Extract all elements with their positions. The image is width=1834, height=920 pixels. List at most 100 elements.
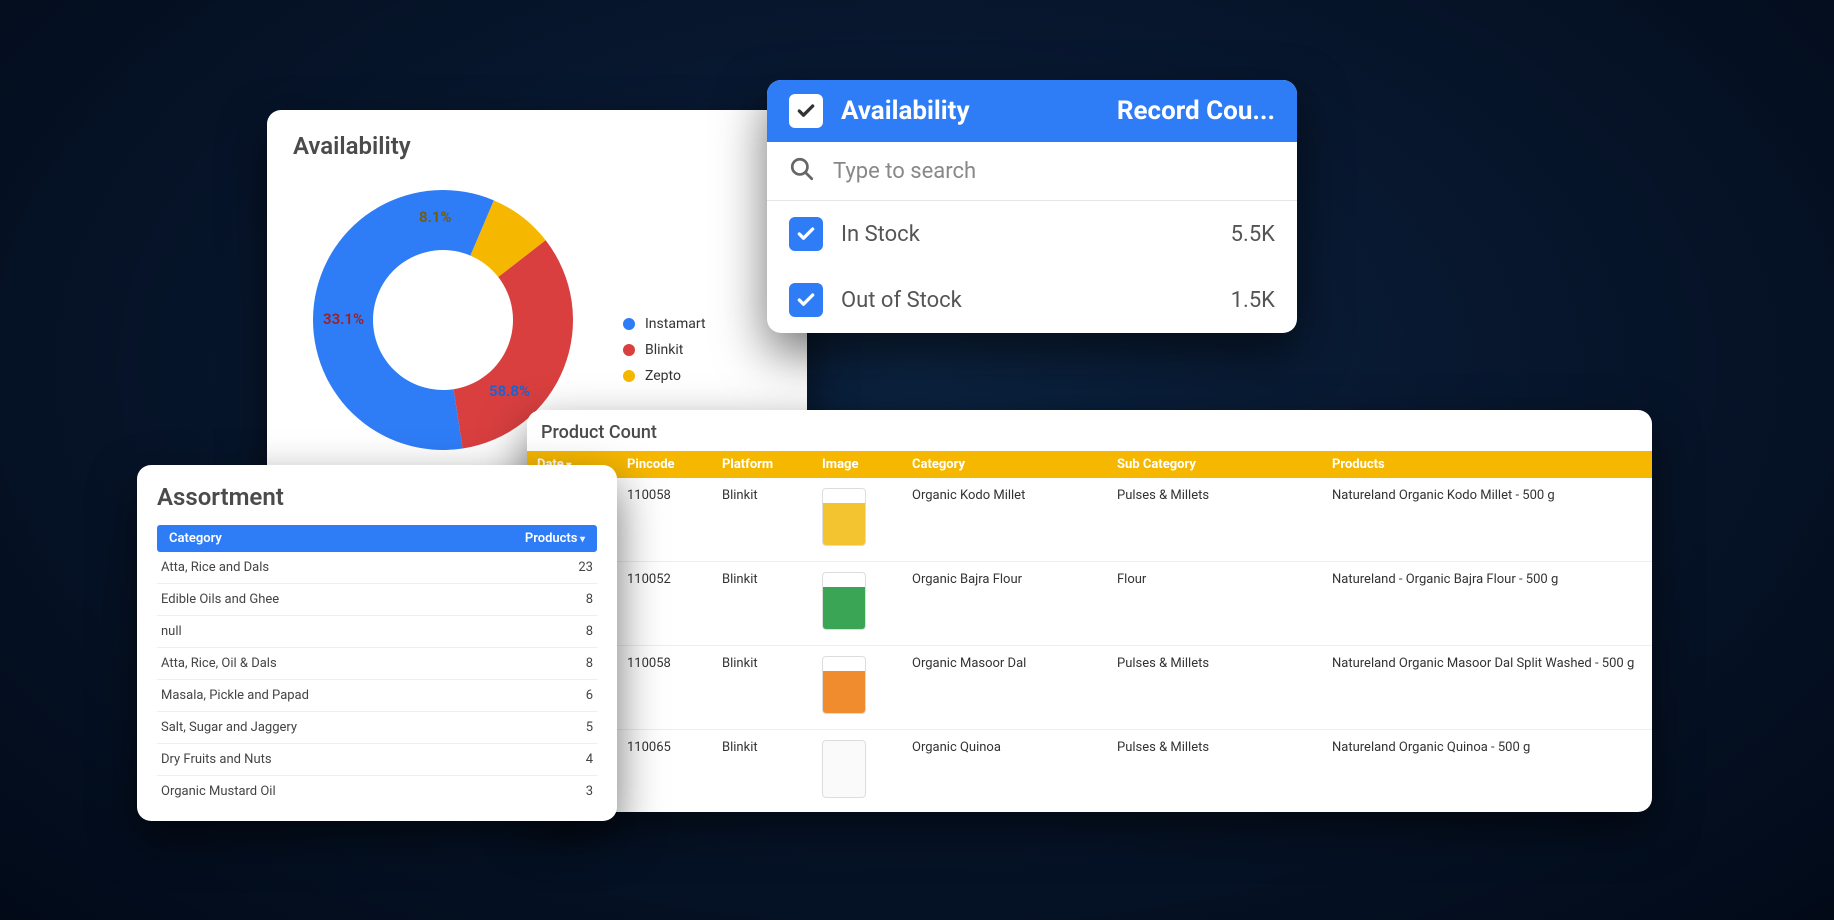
filter-option-label: In Stock xyxy=(841,222,920,247)
assortment-product-count: 23 xyxy=(578,560,593,575)
cell-platform: Blinkit xyxy=(722,656,822,671)
filter-option-row[interactable]: In Stock 5.5K xyxy=(767,201,1297,267)
col-subcategory[interactable]: Sub Category xyxy=(1117,457,1332,472)
check-icon xyxy=(796,290,816,310)
legend-dot-icon xyxy=(623,370,635,382)
cell-platform: Blinkit xyxy=(722,740,822,755)
assortment-category: Atta, Rice, Oil & Dals xyxy=(161,656,277,671)
product-thumbnail-icon xyxy=(822,740,866,798)
cell-product-name: Natureland Organic Kodo Millet - 500 g xyxy=(1332,488,1642,503)
col-category[interactable]: Category xyxy=(912,457,1117,472)
product-thumbnail-icon xyxy=(822,488,866,546)
cell-product-name: Natureland Organic Quinoa - 500 g xyxy=(1332,740,1642,755)
legend-label: Zepto xyxy=(645,368,681,384)
assortment-product-count: 3 xyxy=(586,784,593,799)
legend-item[interactable]: Instamart xyxy=(623,316,706,332)
assortment-row[interactable]: Salt, Sugar and Jaggery 5 xyxy=(157,712,597,744)
assortment-product-count: 5 xyxy=(586,720,593,735)
legend-dot-icon xyxy=(623,344,635,356)
filter-option-row[interactable]: Out of Stock 1.5K xyxy=(767,267,1297,333)
cell-pincode: 110065 xyxy=(627,740,722,755)
assortment-product-count: 6 xyxy=(586,688,593,703)
filter-col-availability[interactable]: Availability xyxy=(841,96,970,126)
product-count-card: Product Count Date Pincode Platform Imag… xyxy=(527,410,1652,812)
assortment-row[interactable]: Masala, Pickle and Papad 6 xyxy=(157,680,597,712)
col-products[interactable]: Products xyxy=(1332,457,1642,472)
cell-category: Organic Kodo Millet xyxy=(912,488,1117,503)
availability-legend: Instamart Blinkit Zepto xyxy=(623,316,706,384)
filter-col-record-count[interactable]: Record Cou... xyxy=(1117,96,1275,126)
availability-filter-card: Availability Record Cou... In Stock 5.5K… xyxy=(767,80,1297,333)
cell-category: Organic Bajra Flour xyxy=(912,572,1117,587)
cell-image xyxy=(822,656,912,714)
col-platform[interactable]: Platform xyxy=(722,457,822,472)
legend-item[interactable]: Blinkit xyxy=(623,342,706,358)
cell-product-name: Natureland - Organic Bajra Flour - 500 g xyxy=(1332,572,1642,587)
search-icon xyxy=(789,156,815,186)
cell-subcategory: Pulses & Millets xyxy=(1117,656,1332,671)
slice-label-zepto: 8.1% xyxy=(419,208,451,226)
assortment-row[interactable]: Edible Oils and Ghee 8 xyxy=(157,584,597,616)
col-pincode[interactable]: Pincode xyxy=(627,457,722,472)
assort-col-products[interactable]: Products xyxy=(525,531,585,546)
product-row[interactable]: 110058 Blinkit Organic Kodo Millet Pulse… xyxy=(527,478,1652,562)
cell-platform: Blinkit xyxy=(722,488,822,503)
col-image[interactable]: Image xyxy=(822,457,912,472)
cell-pincode: 110058 xyxy=(627,488,722,503)
assortment-title: Assortment xyxy=(157,483,597,511)
select-all-checkbox[interactable] xyxy=(789,94,823,128)
cell-platform: Blinkit xyxy=(722,572,822,587)
filter-option-count: 5.5K xyxy=(1231,222,1275,247)
product-row[interactable]: 110058 Blinkit Organic Masoor Dal Pulses… xyxy=(527,646,1652,730)
assortment-row[interactable]: Organic Mustard Oil 3 xyxy=(157,776,597,807)
legend-label: Instamart xyxy=(645,316,706,332)
assortment-row[interactable]: Atta, Rice and Dals 23 xyxy=(157,552,597,584)
assortment-row[interactable]: Atta, Rice, Oil & Dals 8 xyxy=(157,648,597,680)
cell-subcategory: Pulses & Millets xyxy=(1117,740,1332,755)
cell-subcategory: Pulses & Millets xyxy=(1117,488,1332,503)
check-icon xyxy=(796,224,816,244)
search-input[interactable] xyxy=(833,159,1275,184)
assortment-category: Organic Mustard Oil xyxy=(161,784,276,799)
product-thumbnail-icon xyxy=(822,656,866,714)
assortment-product-count: 4 xyxy=(586,752,593,767)
assort-col-category[interactable]: Category xyxy=(169,531,222,546)
cell-category: Organic Masoor Dal xyxy=(912,656,1117,671)
assortment-category: null xyxy=(161,624,182,639)
cell-subcategory: Flour xyxy=(1117,572,1332,587)
filter-search-row xyxy=(767,142,1297,201)
cell-product-name: Natureland Organic Masoor Dal Split Wash… xyxy=(1332,656,1642,671)
check-icon xyxy=(796,101,816,121)
assortment-table-header: Category Products xyxy=(157,525,597,552)
cell-pincode: 110052 xyxy=(627,572,722,587)
cell-pincode: 110058 xyxy=(627,656,722,671)
cell-image xyxy=(822,488,912,546)
assortment-row[interactable]: Dry Fruits and Nuts 4 xyxy=(157,744,597,776)
slice-label-blinkit: 33.1% xyxy=(323,310,364,328)
assortment-product-count: 8 xyxy=(586,656,593,671)
product-row[interactable]: 110065 Blinkit Organic Quinoa Pulses & M… xyxy=(527,730,1652,808)
slice-label-instamart: 58.8% xyxy=(489,382,530,400)
filter-option-count: 1.5K xyxy=(1231,288,1275,313)
assortment-category: Dry Fruits and Nuts xyxy=(161,752,272,767)
cell-category: Organic Quinoa xyxy=(912,740,1117,755)
product-thumbnail-icon xyxy=(822,572,866,630)
legend-item[interactable]: Zepto xyxy=(623,368,706,384)
filter-header: Availability Record Cou... xyxy=(767,80,1297,142)
cell-image xyxy=(822,572,912,630)
legend-label: Blinkit xyxy=(645,342,683,358)
cell-image xyxy=(822,740,912,798)
assortment-category: Masala, Pickle and Papad xyxy=(161,688,309,703)
assortment-row[interactable]: null 8 xyxy=(157,616,597,648)
filter-checkbox[interactable] xyxy=(789,217,823,251)
availability-title: Availability xyxy=(293,132,781,160)
assortment-product-count: 8 xyxy=(586,624,593,639)
product-row[interactable]: 110052 Blinkit Organic Bajra Flour Flour… xyxy=(527,562,1652,646)
assortment-category: Atta, Rice and Dals xyxy=(161,560,269,575)
legend-dot-icon xyxy=(623,318,635,330)
assortment-card: Assortment Category Products Atta, Rice … xyxy=(137,465,617,821)
filter-checkbox[interactable] xyxy=(789,283,823,317)
assortment-category: Edible Oils and Ghee xyxy=(161,592,279,607)
filter-option-label: Out of Stock xyxy=(841,288,962,313)
assortment-product-count: 8 xyxy=(586,592,593,607)
